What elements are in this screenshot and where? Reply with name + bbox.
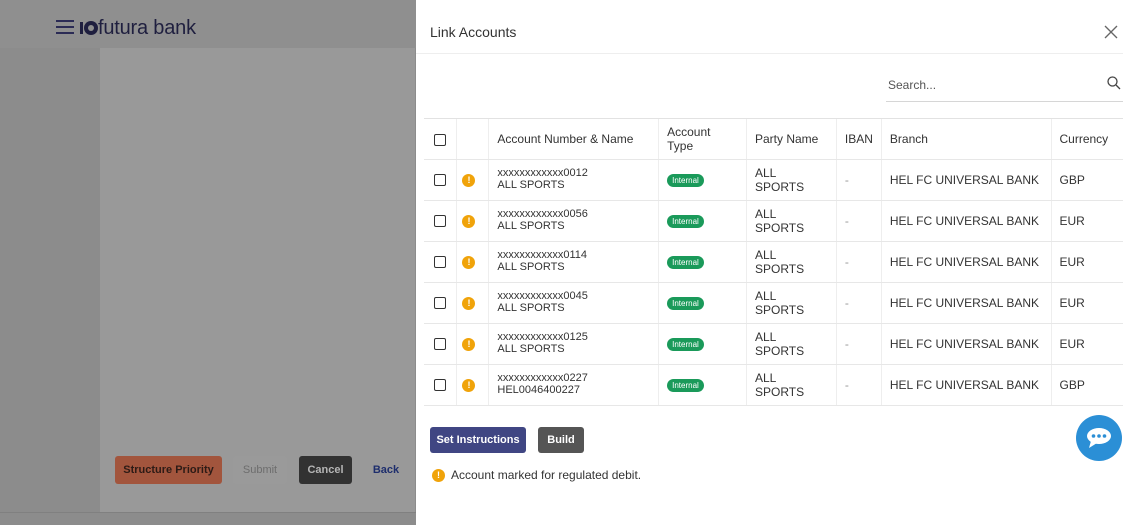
- search-input[interactable]: [886, 77, 1086, 93]
- submit-button[interactable]: Submit: [233, 456, 287, 484]
- account-type-badge: Internal: [667, 297, 704, 310]
- account-name: HEL0046400227: [497, 384, 580, 396]
- title-divider: [416, 53, 1123, 54]
- legend-text: Account marked for regulated debit.: [451, 468, 642, 482]
- cancel-button[interactable]: Cancel: [299, 456, 352, 484]
- search-icon[interactable]: [1107, 76, 1121, 90]
- table-row[interactable]: ! xxxxxxxxxxxx0056 ALL SPORTS Internal AL…: [424, 200, 1123, 242]
- account-type-badge: Internal: [667, 256, 704, 269]
- account-name: ALL SPORTS: [497, 261, 565, 273]
- info-icon: !: [462, 255, 476, 269]
- account-type-badge: Internal: [667, 215, 704, 228]
- party-name: ALL SPORTS: [746, 200, 837, 242]
- iban: -: [836, 323, 882, 365]
- futura-logo-icon: [80, 21, 98, 35]
- info-icon: !: [462, 214, 476, 228]
- row-checkbox[interactable]: [434, 379, 446, 392]
- currency: GBP: [1051, 364, 1123, 406]
- column-header: Branch: [881, 119, 1052, 160]
- column-header: Party Name: [746, 119, 837, 160]
- column-header: Currency: [1051, 119, 1123, 160]
- branch: HEL FC UNIVERSAL BANK: [881, 364, 1052, 406]
- branch: HEL FC UNIVERSAL BANK: [881, 323, 1052, 365]
- search-box: [886, 72, 1123, 102]
- account-name: ALL SPORTS: [497, 179, 565, 191]
- currency: EUR: [1051, 241, 1123, 283]
- account-type-badge: Internal: [667, 379, 704, 392]
- party-name: ALL SPORTS: [746, 323, 837, 365]
- account-number: xxxxxxxxxxxx0012: [497, 167, 588, 179]
- info-icon: !: [462, 296, 476, 310]
- set-instructions-button[interactable]: Set Instructions: [430, 427, 526, 453]
- currency: GBP: [1051, 159, 1123, 201]
- account-number: xxxxxxxxxxxx0125: [497, 331, 588, 343]
- party-name: ALL SPORTS: [746, 364, 837, 406]
- row-checkbox[interactable]: [434, 256, 446, 269]
- build-button[interactable]: Build: [538, 427, 584, 453]
- account-name: ALL SPORTS: [497, 343, 565, 355]
- row-checkbox[interactable]: [434, 297, 446, 310]
- currency: EUR: [1051, 282, 1123, 324]
- table-row[interactable]: ! xxxxxxxxxxxx0227 HEL0046400227 Internal…: [424, 364, 1123, 406]
- table-row[interactable]: ! xxxxxxxxxxxx0114 ALL SPORTS Internal AL…: [424, 241, 1123, 283]
- row-checkbox[interactable]: [434, 338, 446, 351]
- brand-name: futura bank: [98, 17, 196, 39]
- account-number: xxxxxxxxxxxx0227: [497, 372, 588, 384]
- account-type-badge: Internal: [667, 174, 704, 187]
- table-row[interactable]: ! xxxxxxxxxxxx0012 ALL SPORTS Internal AL…: [424, 159, 1123, 201]
- accounts-table-container[interactable]: Account Number & Name Account Type Party…: [424, 118, 1123, 412]
- close-icon[interactable]: [1103, 24, 1119, 40]
- modal-title: Link Accounts: [430, 24, 517, 40]
- branch: HEL FC UNIVERSAL BANK: [881, 159, 1052, 201]
- account-name: ALL SPORTS: [497, 302, 565, 314]
- iban: -: [836, 159, 882, 201]
- select-all-checkbox[interactable]: [434, 133, 446, 146]
- party-name: ALL SPORTS: [746, 241, 837, 283]
- background-panel: [100, 48, 415, 513]
- table-row[interactable]: ! xxxxxxxxxxxx0125 ALL SPORTS Internal AL…: [424, 323, 1123, 365]
- currency: EUR: [1051, 200, 1123, 242]
- account-number: xxxxxxxxxxxx0056: [497, 208, 588, 220]
- account-type-badge: Internal: [667, 338, 704, 351]
- regulated-debit-legend: ! Account marked for regulated debit.: [432, 468, 641, 482]
- account-number: xxxxxxxxxxxx0045: [497, 290, 588, 302]
- back-button[interactable]: Back: [366, 456, 406, 484]
- iban: -: [836, 241, 882, 283]
- party-name: ALL SPORTS: [746, 282, 837, 324]
- column-header: Account Number & Name: [488, 119, 660, 160]
- column-header: IBAN: [836, 119, 882, 160]
- table-header-row: Account Number & Name Account Type Party…: [424, 119, 1123, 160]
- row-checkbox[interactable]: [434, 174, 446, 187]
- branch: HEL FC UNIVERSAL BANK: [881, 282, 1052, 324]
- currency: EUR: [1051, 323, 1123, 365]
- branch: HEL FC UNIVERSAL BANK: [881, 241, 1052, 283]
- hamburger-menu-icon[interactable]: [56, 20, 74, 34]
- info-icon: !: [462, 378, 476, 392]
- account-name: ALL SPORTS: [497, 220, 565, 232]
- iban: -: [836, 282, 882, 324]
- link-accounts-modal: Link Accounts Account Number & Name Acco…: [416, 0, 1123, 525]
- chatbot-button[interactable]: [1076, 415, 1122, 461]
- branch: HEL FC UNIVERSAL BANK: [881, 200, 1052, 242]
- row-checkbox[interactable]: [434, 215, 446, 228]
- structure-priority-button[interactable]: Structure Priority: [115, 456, 222, 484]
- iban: -: [836, 364, 882, 406]
- info-icon: !: [462, 173, 476, 187]
- column-header: Account Type: [658, 119, 747, 160]
- info-icon: !: [462, 337, 476, 351]
- accounts-table: Account Number & Name Account Type Party…: [424, 119, 1123, 406]
- table-row[interactable]: ! xxxxxxxxxxxx0045 ALL SPORTS Internal AL…: [424, 282, 1123, 324]
- info-icon: !: [432, 468, 445, 482]
- iban: -: [836, 200, 882, 242]
- party-name: ALL SPORTS: [746, 159, 837, 201]
- account-number: xxxxxxxxxxxx0114: [497, 249, 588, 261]
- chat-bubble-icon: [1087, 428, 1111, 448]
